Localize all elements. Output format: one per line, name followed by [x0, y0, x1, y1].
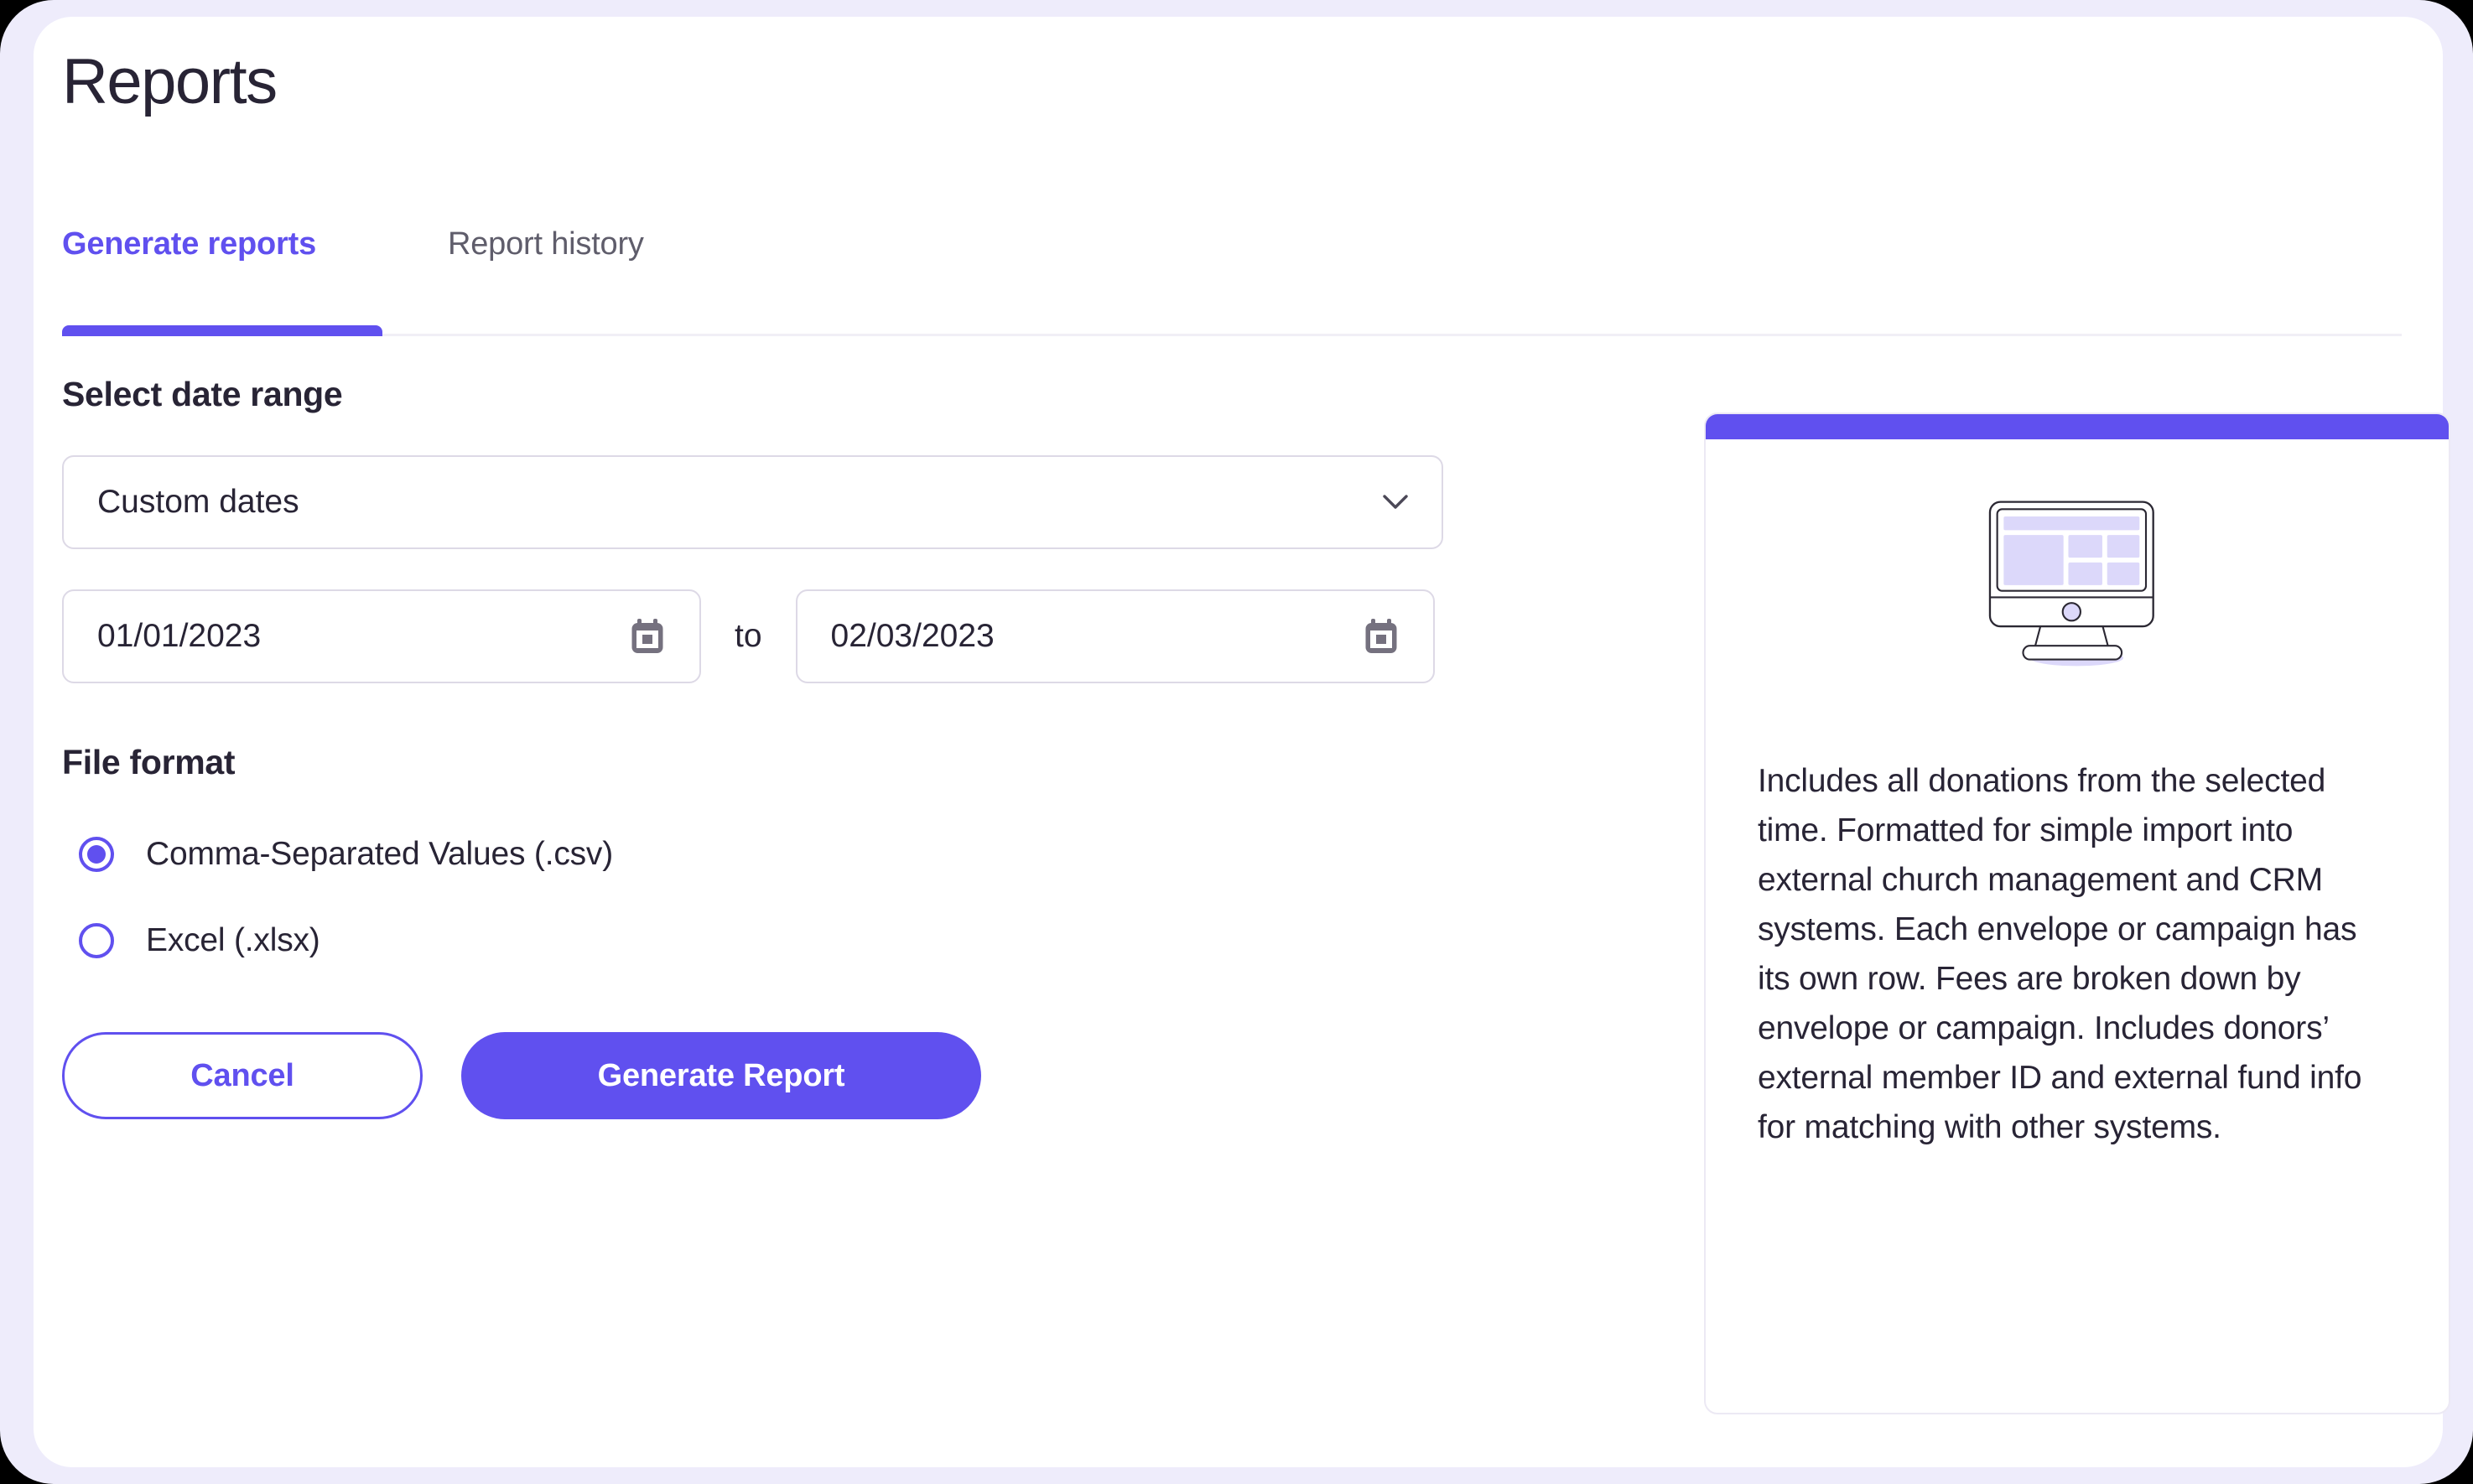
- file-format-label: File format: [62, 743, 236, 781]
- select-date-range-label: Select date range: [62, 375, 343, 413]
- card-accent-bar: [1706, 414, 2449, 439]
- reports-window: Reports Generate reports Report history …: [34, 17, 2450, 1467]
- start-date-input[interactable]: 01/01/2023: [62, 589, 701, 683]
- desktop-monitor-icon: [1706, 441, 2449, 726]
- active-tab-indicator: [62, 325, 382, 336]
- report-info-card: Includes all donations from the selected…: [1704, 413, 2450, 1414]
- generate-report-button[interactable]: Generate Report: [461, 1032, 981, 1119]
- radio-indicator-csv[interactable]: [79, 837, 114, 872]
- radio-label-csv: Comma-Separated Values (.csv): [146, 836, 614, 872]
- date-range-preset-select[interactable]: Custom dates: [62, 455, 1443, 549]
- calendar-icon[interactable]: [1364, 619, 1398, 654]
- end-date-input[interactable]: 02/03/2023: [795, 589, 1435, 683]
- file-format-radio-group: Comma-Separated Values (.csv) Excel (.xl…: [62, 823, 1504, 972]
- radio-option-xlsx[interactable]: Excel (.xlsx): [62, 910, 1504, 972]
- date-range-separator-label: to: [735, 618, 762, 654]
- form-actions: Cancel Generate Report: [62, 1032, 1504, 1119]
- tab-report-history[interactable]: Report history: [448, 226, 644, 262]
- tab-divider: [62, 334, 2402, 336]
- radio-label-xlsx: Excel (.xlsx): [146, 922, 320, 958]
- calendar-icon[interactable]: [631, 619, 664, 654]
- tab-bar: Generate reports Report history: [62, 226, 2402, 336]
- radio-option-csv[interactable]: Comma-Separated Values (.csv): [62, 823, 1504, 885]
- app-background: Reports Generate reports Report history …: [0, 0, 2473, 1484]
- radio-indicator-xlsx[interactable]: [79, 923, 114, 958]
- date-range-preset-value[interactable]: Custom dates: [62, 455, 1443, 549]
- report-description: Includes all donations from the selected…: [1758, 763, 2362, 1145]
- date-range-inputs: 01/01/2023 to 02/03/2023: [62, 589, 1504, 683]
- cancel-button[interactable]: Cancel: [62, 1032, 423, 1119]
- start-date-value: 01/01/2023: [97, 618, 262, 654]
- generate-report-form: Select date range Custom dates 01/01/202…: [62, 377, 1504, 1119]
- end-date-value: 02/03/2023: [830, 618, 995, 654]
- page-title: Reports: [62, 46, 278, 117]
- tab-generate-reports[interactable]: Generate reports: [62, 226, 316, 262]
